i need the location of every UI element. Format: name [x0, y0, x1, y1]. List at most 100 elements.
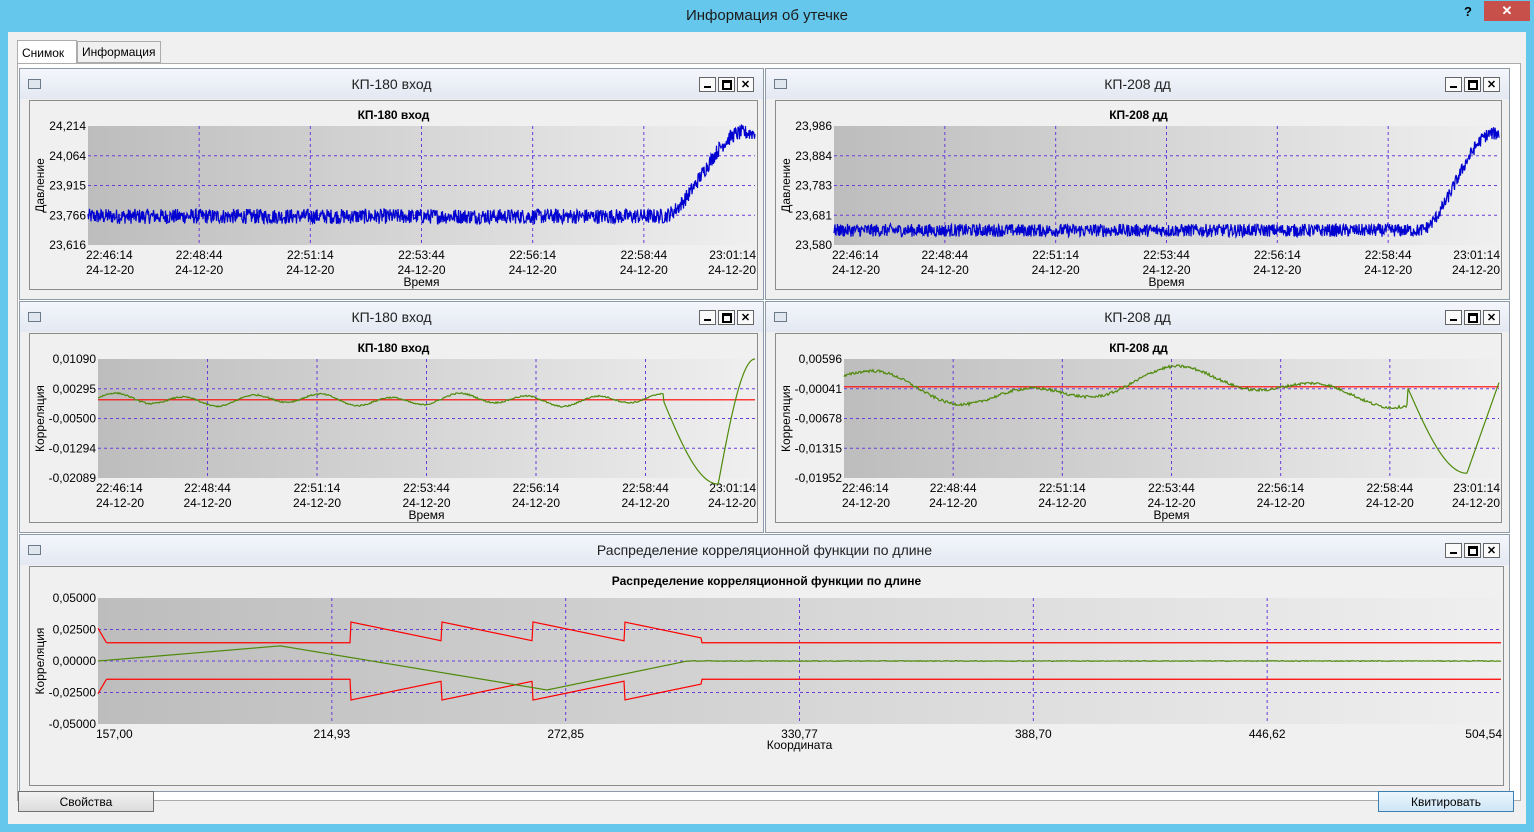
y-tick-label: 23,915 [49, 179, 86, 193]
x-tick-label: 24-12-20 [620, 263, 668, 277]
help-button[interactable]: ? [1454, 1, 1482, 21]
x-tick-label: 24-12-20 [708, 496, 756, 510]
distribution-chart: Распределение корреляционной функции по … [33, 574, 1502, 752]
x-tick-label: 446,62 [1249, 727, 1286, 741]
x-tick-label: 22:56:14 [1254, 248, 1301, 262]
x-tick-label: 22:58:44 [620, 248, 667, 262]
y-tick-label: -0,00678 [795, 412, 843, 426]
panel-minimize-button[interactable] [699, 77, 716, 92]
panel-close-button[interactable]: ✕ [737, 77, 754, 92]
x-tick-label: 24-12-20 [183, 496, 231, 510]
chart-panel-kp208-pressure: КП-208 дд ✕ КП-208 дд 23,986 23,884 23,783 2… [765, 68, 1510, 300]
x-axis-label: Время [1148, 275, 1184, 289]
panel-minimize-button[interactable] [1445, 77, 1462, 92]
y-tick-label: 24,214 [49, 119, 86, 133]
y-tick-label: 23,766 [49, 208, 86, 222]
x-tick-label: 22:56:14 [509, 248, 556, 262]
x-tick-label: 24-12-20 [512, 496, 560, 510]
window-titlebar: Информация об утечке ? ✕ [0, 0, 1534, 32]
x-tick-label: 22:53:44 [403, 481, 450, 495]
x-tick-label: 272,85 [547, 727, 584, 741]
y-tick-label: 0,01090 [53, 352, 97, 366]
panel-maximize-button[interactable] [718, 77, 735, 92]
x-tick-label: 504,54 [1465, 727, 1502, 741]
x-tick-label: 22:56:14 [1257, 481, 1304, 495]
chart-panel-kp208-correlation: КП-208 дд ✕ КП-208 дд 0,00596 -0,00041 -0,0… [765, 301, 1510, 533]
y-tick-label: 24,064 [49, 149, 86, 163]
x-tick-label: 24-12-20 [842, 496, 890, 510]
panel-close-button[interactable]: ✕ [1483, 543, 1500, 558]
y-axis-label: Корреляция [33, 385, 47, 452]
x-tick-label: 23:01:14 [1453, 481, 1500, 495]
chart-area: КП-208 дд 23,986 23,884 23,783 23,681 23,580 2… [775, 100, 1502, 290]
x-tick-label: 24-12-20 [621, 496, 669, 510]
x-tick-label: 22:58:44 [1366, 481, 1413, 495]
panel-maximize-button[interactable] [718, 310, 735, 325]
y-tick-label: -0,02500 [49, 686, 97, 700]
chart-panel-kp180-pressure: КП-180 вход ✕ КП-180 вход 24,214 24,064 23,… [19, 68, 764, 300]
panel-maximize-button[interactable] [1464, 77, 1481, 92]
panel-close-button[interactable]: ✕ [737, 310, 754, 325]
x-tick-label: 22:53:44 [1148, 481, 1195, 495]
x-tick-label: 24-12-20 [1257, 496, 1305, 510]
chart-area: КП-180 вход 0,01090 0,00295 -0,00500 -0,0129… [29, 333, 758, 523]
chart-title: КП-208 дд [1109, 108, 1168, 122]
y-tick-label: -0,01294 [49, 441, 97, 455]
tab-snapshot[interactable]: Снимок [17, 40, 77, 64]
x-tick-label: 24-12-20 [1253, 263, 1301, 277]
x-tick-label: 22:46:14 [86, 248, 133, 262]
x-tick-label: 24-12-20 [1452, 263, 1500, 277]
x-tick-label: 22:58:44 [622, 481, 669, 495]
panel-maximize-button[interactable] [1464, 543, 1481, 558]
x-tick-label: 24-12-20 [175, 263, 223, 277]
x-tick-label: 22:48:44 [176, 248, 223, 262]
panel-close-button[interactable]: ✕ [1483, 77, 1500, 92]
correlation-chart-kp208: КП-208 дд 0,00596 -0,00041 -0,00678 -0,01315… [779, 341, 1500, 522]
x-tick-label: 22:51:14 [294, 481, 341, 495]
x-tick-label: 157,00 [96, 727, 133, 741]
chart-title: КП-180 вход [358, 108, 430, 122]
x-tick-label: 23:01:14 [709, 248, 756, 262]
panel-minimize-button[interactable] [699, 310, 716, 325]
panel-close-button[interactable]: ✕ [1483, 310, 1500, 325]
acknowledge-button[interactable]: Квитировать [1378, 791, 1514, 812]
panel-minimize-button[interactable] [1445, 310, 1462, 325]
y-tick-label: 23,616 [49, 238, 86, 252]
chart-title: КП-180 вход [358, 341, 430, 355]
x-tick-label: 23:01:14 [1453, 248, 1500, 262]
x-tick-label: 22:53:44 [1143, 248, 1190, 262]
tab-information[interactable]: Информация [77, 41, 161, 63]
y-tick-label: 0,05000 [53, 591, 97, 605]
x-tick-label: 22:51:14 [1039, 481, 1086, 495]
x-tick-label: 24-12-20 [1452, 496, 1500, 510]
x-tick-label: 22:56:14 [513, 481, 560, 495]
x-tick-label: 24-12-20 [1364, 263, 1412, 277]
chart-panel-kp180-correlation: КП-180 вход ✕ КП-180 вход 0,01090 0,00295 -… [19, 301, 764, 533]
panel-title: Распределение корреляционной функции по … [596, 542, 933, 558]
chart-area: КП-208 дд 0,00596 -0,00041 -0,00678 -0,01315… [775, 333, 1502, 523]
panel-header: КП-180 вход ✕ [20, 302, 763, 332]
close-window-button[interactable]: ✕ [1484, 1, 1530, 21]
correlation-chart-kp180: КП-180 вход 0,01090 0,00295 -0,00500 -0,0129… [33, 341, 756, 522]
x-axis-label: Координата [767, 738, 833, 752]
window-title: Информация об утечке [685, 7, 849, 24]
properties-button[interactable]: Свойства [18, 791, 154, 812]
x-tick-label: 22:48:44 [921, 248, 968, 262]
x-tick-label: 24-12-20 [929, 496, 977, 510]
x-tick-label: 22:46:14 [832, 248, 879, 262]
x-tick-label: 24-12-20 [832, 263, 880, 277]
x-tick-label: 22:51:14 [1032, 248, 1079, 262]
x-tick-label: 24-12-20 [708, 263, 756, 277]
panel-minimize-button[interactable] [1445, 543, 1462, 558]
panel-maximize-button[interactable] [1464, 310, 1481, 325]
y-axis-label: Давление [33, 158, 47, 213]
x-tick-label: 22:46:14 [96, 481, 143, 495]
x-tick-label: 24-12-20 [1032, 263, 1080, 277]
x-tick-label: 22:46:14 [842, 481, 889, 495]
x-axis-label: Время [408, 508, 444, 522]
x-tick-label: 22:48:44 [930, 481, 977, 495]
x-tick-label: 24-12-20 [86, 263, 134, 277]
panel-title: КП-180 вход [351, 309, 432, 325]
x-tick-label: 388,70 [1015, 727, 1052, 741]
panel-title: КП-180 вход [351, 76, 432, 92]
